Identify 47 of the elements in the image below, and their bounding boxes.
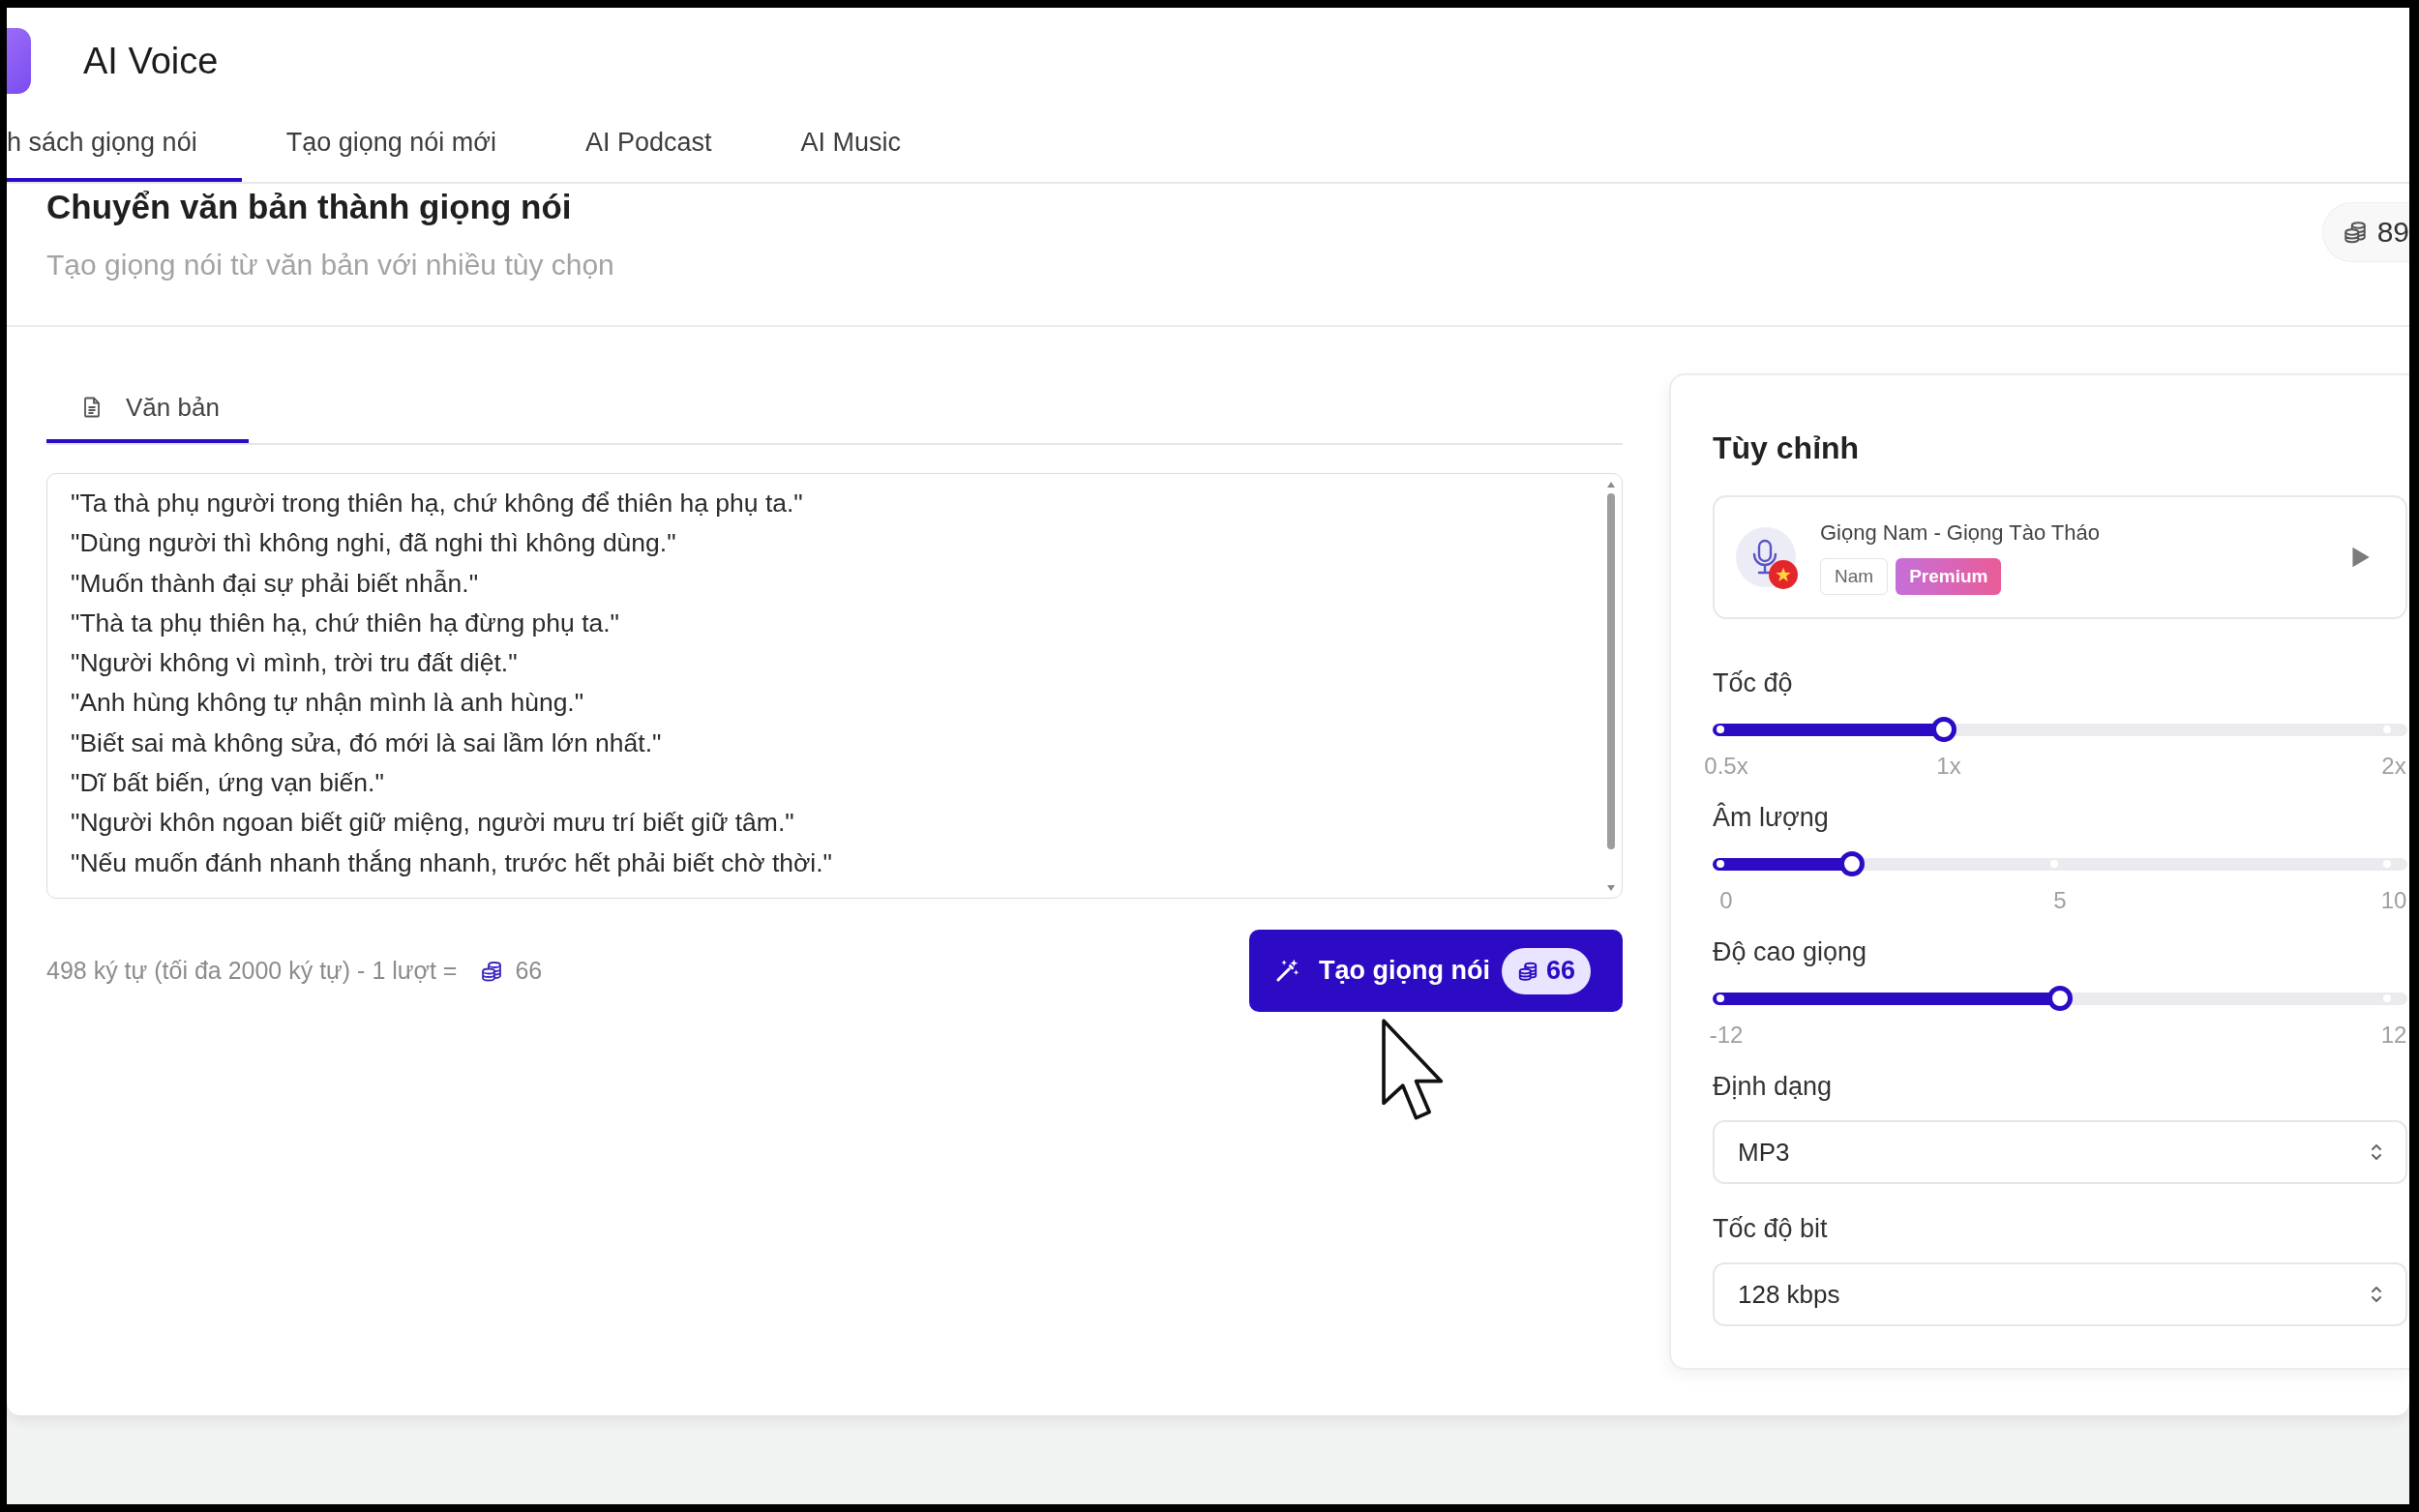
- scale-label: 0: [1719, 887, 1733, 914]
- logo-icon: [7, 28, 31, 94]
- app-title: AI Voice: [83, 40, 219, 82]
- nav-tab[interactable]: AI Music: [756, 114, 946, 182]
- slider-thumb[interactable]: [1838, 851, 1865, 876]
- scrollbar[interactable]: [1605, 481, 1617, 892]
- tick-dot-icon: [1717, 994, 1724, 1002]
- slider-label: Độ cao giọng: [1713, 936, 1868, 967]
- scale-label: 1x: [1936, 753, 1961, 780]
- cost-value: 66: [1545, 956, 1575, 986]
- select-label: Tốc độ bit: [1713, 1213, 1829, 1244]
- dropdown[interactable]: 128 kbps: [1713, 1262, 2407, 1326]
- char-count-text: 498 ký tự (tối đa 2000 ký tự) - 1 lượt =: [46, 957, 458, 985]
- panel-title: Tùy chỉnh: [1713, 430, 1861, 466]
- scale-label: 10: [2380, 887, 2407, 914]
- coins-icon: [1516, 960, 1538, 982]
- voice-tag: Premium: [1896, 557, 2002, 595]
- slider-label: Âm lượng: [1713, 802, 1830, 833]
- nav-tab[interactable]: h sách giọng nói: [7, 114, 242, 182]
- editor-tab[interactable]: Văn bản: [46, 373, 249, 443]
- page-title: Chuyển văn bản thành giọng nói: [46, 188, 573, 226]
- tick-dot-icon: [1717, 726, 1724, 733]
- slider-label: Tốc độ: [1713, 667, 1794, 698]
- slider-thumb[interactable]: [1931, 717, 1957, 742]
- voice-card[interactable]: Giọng Nam - Giọng Tào Tháo Nam Premium: [1713, 495, 2407, 619]
- page-subtitle: Tạo giọng nói từ văn bản với nhiều tùy chọn: [46, 248, 614, 282]
- generate-button[interactable]: Tạo giọng nói 66: [1249, 930, 1623, 1012]
- select-label: Định dạng: [1713, 1071, 1834, 1102]
- scale-label: -12: [1709, 1022, 1744, 1049]
- nav-tab[interactable]: AI Podcast: [541, 114, 757, 182]
- scale-label: 0.5x: [1704, 753, 1748, 780]
- dropdown[interactable]: MP3: [1713, 1120, 2407, 1184]
- text-input-field[interactable]: "Ta thà phụ người trong thiên hạ, chứ không để thiên hạ phụ ta." "Dùng người thì không nghi, đã nghi thì không dùng." "Muốn thành đại sự phải biết nhẫn." "Thà ta phụ thiên hạ, chứ thiên hạ đừng phụ ta." "Người không vì mình, trời tru đất diệt." "Anh hùng không tự nhận mình là anh hùng." "Biết sai mà không sửa, đó mới là sai lầm lớn nhất." "Dĩ bất biến, ứng vạn biến." "Người khôn ngoan biết giữ miệng, người mưu trí biết giữ tâm." "Nếu muốn đánh nhanh thắng nhanh, trước hết phải biết chờ thời.": [46, 473, 1623, 899]
- nav-tab[interactable]: Tạo giọng nói mới: [241, 114, 541, 182]
- tick-dot-icon: [1717, 860, 1724, 868]
- coins-icon: [2342, 220, 2368, 245]
- star-badge-icon: [1769, 560, 1798, 589]
- magic-wand-icon: [1274, 958, 1300, 984]
- scale-label: 5: [2053, 887, 2067, 914]
- scale-label: 12: [2380, 1022, 2407, 1049]
- voice-name: Giọng Nam - Giọng Tào Tháo: [1820, 519, 2100, 546]
- coins-icon: [480, 959, 504, 983]
- cost-value: 66: [515, 957, 543, 985]
- scale-label: 2x: [2381, 753, 2406, 780]
- slider-thumb[interactable]: [2047, 986, 2073, 1011]
- voice-tag: Nam: [1820, 557, 1889, 595]
- credits-value: 89: [2376, 216, 2409, 249]
